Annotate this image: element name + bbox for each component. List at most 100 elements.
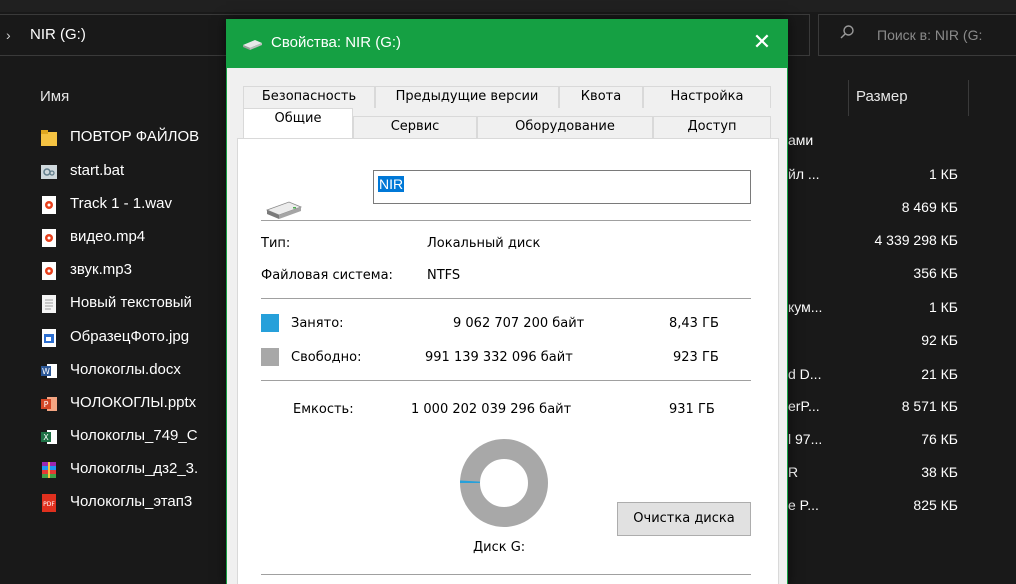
capacity-bytes: 1 000 202 039 296 байт [411, 402, 572, 417]
pdf-file-icon: PDF [42, 494, 56, 512]
file-name: звук.mp3 [70, 261, 132, 278]
used-space-short: 8,43 ГБ [669, 316, 719, 331]
file-name: Track 1 - 1.wav [70, 195, 172, 212]
list-item[interactable]: X Чолокоглы_749_С [40, 425, 240, 449]
file-name: start.bat [70, 162, 125, 179]
dialog-title-bar[interactable]: Свойства: NIR (G:) ✕ [227, 20, 787, 68]
free-space-label: Свободно: [291, 350, 362, 365]
free-space-short: 923 ГБ [673, 350, 719, 365]
chevron-right-icon[interactable]: › [6, 27, 11, 43]
list-item[interactable]: W Чолокоглы.docx [40, 359, 240, 383]
file-size: 1 КБ [928, 299, 958, 315]
folder-icon [41, 130, 57, 146]
properties-dialog: Свойства: NIR (G:) ✕ Безопасность Предыд… [226, 19, 788, 584]
batch-file-icon [41, 165, 57, 179]
tab-security[interactable]: Безопасность [243, 86, 375, 108]
file-type-partial: кум... [788, 299, 823, 315]
capacity-short: 931 ГБ [669, 402, 715, 417]
divider [261, 574, 751, 575]
free-space-ring [460, 439, 548, 527]
file-type-partial: l 97... [788, 431, 823, 447]
video-file-icon [42, 229, 56, 247]
search-input[interactable]: Поиск в: NIR (G: [818, 14, 1016, 56]
disk-usage-donut-chart [460, 439, 548, 527]
list-item[interactable]: видео.mp4 [40, 226, 240, 250]
text-file-icon [42, 295, 56, 313]
file-system-value: NTFS [427, 268, 461, 283]
list-item[interactable]: Track 1 - 1.wav [40, 193, 240, 217]
file-name: Новый текстовый [70, 294, 192, 311]
file-name: Чолокоглы_этап3 [70, 493, 193, 510]
file-size: 825 КБ [913, 497, 958, 513]
column-header-name[interactable]: Имя [40, 88, 69, 128]
svg-text:W: W [42, 367, 50, 376]
file-name: ЧОЛОКОГЛЫ.pptx [70, 394, 197, 411]
window-title-strip [0, 0, 1016, 12]
tab-sharing[interactable]: Доступ [653, 116, 771, 138]
file-name: ОбразецФото.jpg [70, 328, 190, 345]
file-name: Чолокоглы.docx [70, 361, 181, 378]
file-type-partial: йл ... [788, 166, 820, 182]
file-size: 4 339 298 КБ [874, 232, 958, 248]
file-size: 38 КБ [921, 464, 958, 480]
divider [261, 298, 751, 299]
column-type-header-partial: ами [788, 132, 814, 148]
file-system-label: Файловая система: [261, 268, 393, 283]
list-item[interactable]: Новый текстовый [40, 292, 240, 316]
tab-general[interactable]: Общие [243, 108, 353, 138]
list-item[interactable]: звук.mp3 [40, 259, 240, 283]
file-name: Чолокоглы_749_С [70, 427, 198, 444]
file-type-partial: erP... [788, 398, 820, 414]
audio-file-icon [42, 196, 56, 214]
list-item[interactable]: start.bat [40, 160, 240, 184]
tab-previous-versions[interactable]: Предыдущие версии [375, 86, 559, 108]
drive-icon [243, 40, 262, 50]
tab-settings[interactable]: Настройка [643, 86, 771, 108]
address-text[interactable]: NIR (G:) [30, 26, 86, 43]
close-icon[interactable]: ✕ [749, 30, 775, 56]
column-separator[interactable] [848, 80, 849, 116]
used-space-swatch [261, 314, 279, 332]
list-item[interactable]: PDF Чолокоглы_этап3 [40, 491, 240, 515]
drive-name-input[interactable]: NIR [373, 170, 751, 204]
list-item[interactable]: ОбразецФото.jpg [40, 326, 240, 350]
type-value: Локальный диск [427, 236, 541, 251]
tab-quota[interactable]: Квота [559, 86, 643, 108]
dialog-title: Свойства: NIR (G:) [271, 34, 402, 51]
drive-icon [265, 201, 303, 219]
disk-label: Диск G: [473, 540, 526, 555]
excel-file-icon: X [41, 430, 57, 444]
search-placeholder: Поиск в: NIR (G: [877, 27, 983, 43]
file-size: 8 469 КБ [901, 199, 958, 215]
svg-text:X: X [43, 433, 49, 442]
list-item[interactable]: Чолокоглы_дз2_3. [40, 458, 240, 482]
svg-text:P: P [44, 400, 49, 409]
search-icon [840, 25, 854, 39]
list-item[interactable]: ПОВТОР ФАЙЛОВ [40, 126, 240, 150]
image-file-icon [42, 329, 56, 347]
file-size: 76 КБ [921, 431, 958, 447]
audio-file-icon [42, 262, 56, 280]
divider [261, 220, 751, 221]
file-type-partial: d D... [788, 366, 822, 382]
file-size: 21 КБ [921, 366, 958, 382]
type-label: Тип: [261, 236, 291, 251]
list-item[interactable]: P ЧОЛОКОГЛЫ.pptx [40, 392, 240, 416]
free-space-bytes: 991 139 332 096 байт [425, 350, 573, 365]
disk-cleanup-button[interactable]: Очистка диска [617, 502, 751, 536]
file-size: 92 КБ [921, 332, 958, 348]
file-size: 8 571 КБ [901, 398, 958, 414]
column-header-size[interactable]: Размер [856, 88, 908, 128]
powerpoint-file-icon: P [41, 397, 57, 411]
tab-service[interactable]: Сервис [353, 116, 477, 138]
column-separator[interactable] [968, 80, 969, 116]
drive-name-value[interactable]: NIR [378, 176, 405, 192]
tab-hardware[interactable]: Оборудование [477, 116, 653, 138]
capacity-label: Емкость: [293, 402, 354, 417]
file-size: 356 КБ [913, 265, 958, 281]
file-type-partial: e P... [788, 497, 819, 513]
divider [261, 380, 751, 381]
file-name: видео.mp4 [70, 228, 146, 245]
file-type-partial: R [788, 464, 799, 480]
file-name: Чолокоглы_дз2_3. [70, 460, 199, 477]
